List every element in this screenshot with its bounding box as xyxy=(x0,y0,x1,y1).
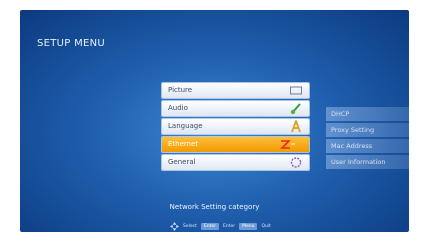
menu-item-label: Picture xyxy=(168,86,193,94)
menu-item-label: General xyxy=(168,158,196,166)
menu-item-audio[interactable]: Audio xyxy=(162,101,309,116)
menu-item-label: Ethernet xyxy=(168,140,199,148)
guitar-icon xyxy=(290,103,301,115)
menu-item-label: Language xyxy=(168,122,203,130)
menu-item-ethernet[interactable]: Ethernet xyxy=(162,137,309,152)
quit-hint-label: Quit xyxy=(261,224,271,229)
monitor-icon xyxy=(290,86,302,95)
menu-item-label: Audio xyxy=(168,104,188,112)
ethernet-submenu: DHCP Proxy Setting Mac Address User Info… xyxy=(326,107,409,171)
cable-icon xyxy=(280,140,295,149)
menu-item-language[interactable]: Language xyxy=(162,119,309,134)
key-hint-bar: Select Enter Enter Menu Quit xyxy=(170,222,271,231)
setup-screen: SETUP MENU Picture Audio Language Ethern… xyxy=(20,10,409,232)
enter-hint-label: Enter xyxy=(222,224,236,229)
select-hint-label: Select xyxy=(183,224,197,229)
submenu-item-mac-address[interactable]: Mac Address xyxy=(326,139,409,153)
submenu-item-dhcp[interactable]: DHCP xyxy=(326,107,409,121)
help-text: Network Setting category xyxy=(169,203,260,211)
settings-circle-icon xyxy=(290,157,302,168)
menu-item-general[interactable]: General xyxy=(162,155,309,170)
enter-key-badge: Enter xyxy=(200,223,219,230)
submenu-item-user-information[interactable]: User Information xyxy=(326,155,409,169)
page-title: SETUP MENU xyxy=(37,38,106,49)
menu-item-picture[interactable]: Picture xyxy=(162,83,309,98)
letter-a-icon xyxy=(291,120,301,133)
setup-menu: Picture Audio Language Ethernet General xyxy=(162,83,309,173)
submenu-item-proxy-setting[interactable]: Proxy Setting xyxy=(326,123,409,137)
navigation-keys-icon xyxy=(170,222,179,231)
menu-key-badge: Menu xyxy=(239,223,258,230)
